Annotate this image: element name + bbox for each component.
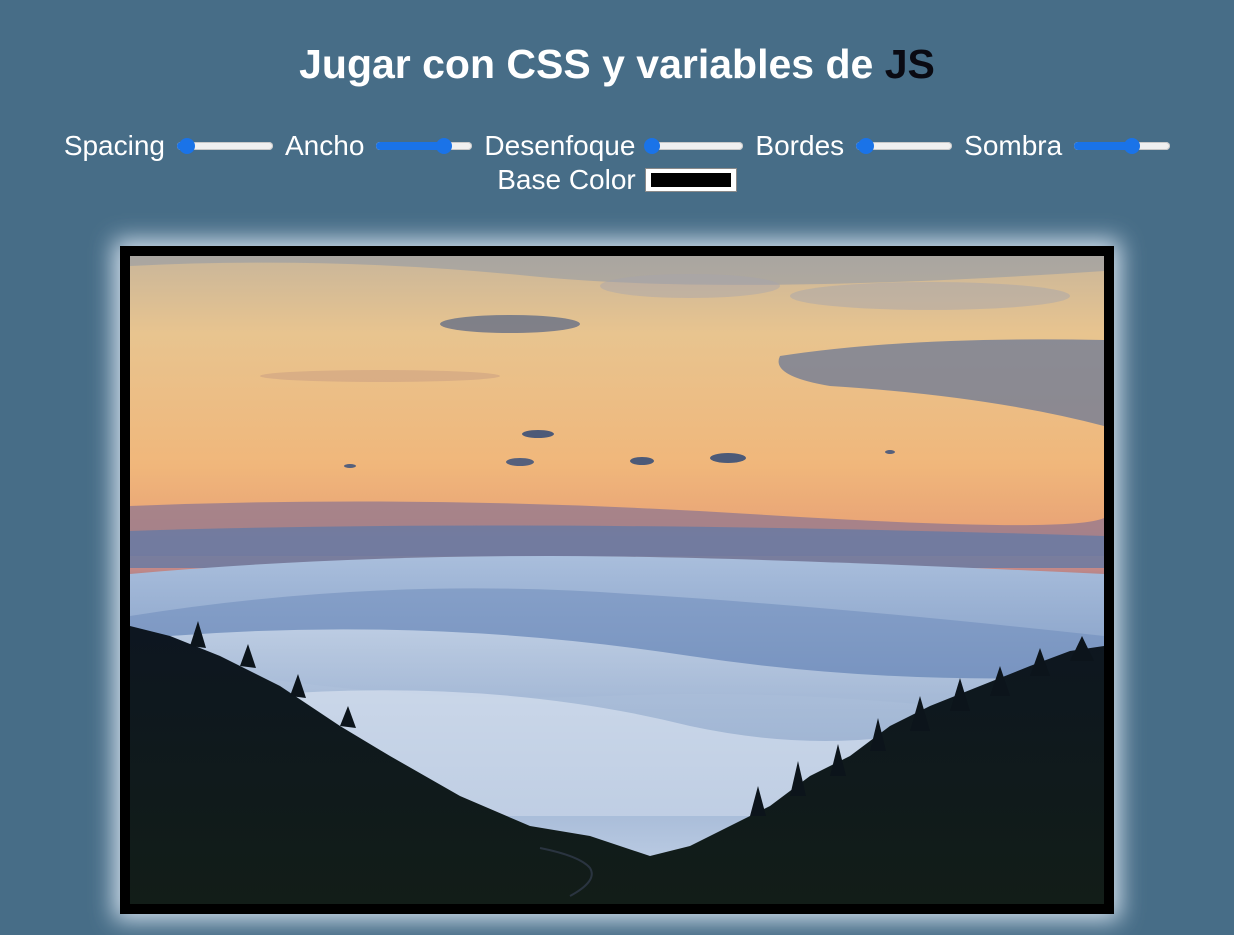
- landscape-image-frame: [120, 246, 1114, 914]
- title-main: Jugar con CSS y variables de: [299, 41, 885, 87]
- title-accent: JS: [884, 41, 935, 87]
- landscape-photo: [130, 256, 1104, 904]
- spacing-label: Spacing: [63, 130, 165, 161]
- control-desenfoque: Desenfoque: [484, 130, 744, 162]
- sombra-label: Sombra: [964, 130, 1063, 161]
- desenfoque-slider[interactable]: [644, 137, 744, 155]
- slider-thumb[interactable]: [178, 138, 195, 154]
- desenfoque-label: Desenfoque: [484, 130, 636, 161]
- slider-track: [647, 142, 744, 150]
- sombra-slider[interactable]: [1074, 137, 1171, 155]
- slider-thumb[interactable]: [1123, 138, 1140, 154]
- base-color-label: Base Color: [497, 164, 636, 195]
- control-spacing: Spacing: [64, 130, 273, 162]
- ancho-slider[interactable]: [376, 137, 473, 155]
- controls-row: Spacing Ancho Desenfoque Bordes Sombra: [0, 127, 1234, 165]
- slider-fill: [376, 142, 444, 150]
- spacing-slider[interactable]: [177, 137, 273, 155]
- slider-thumb[interactable]: [644, 138, 661, 154]
- color-swatch-fill: [650, 173, 731, 187]
- control-ancho: Ancho: [285, 130, 473, 162]
- control-bordes: Bordes: [755, 130, 953, 162]
- slider-thumb[interactable]: [857, 138, 874, 154]
- bordes-slider[interactable]: [856, 137, 953, 155]
- base-color-row: Base Color: [0, 162, 1234, 198]
- ancho-label: Ancho: [285, 130, 365, 161]
- page-title: Jugar con CSS y variables de JS: [0, 38, 1234, 90]
- base-color-input[interactable]: [644, 168, 737, 192]
- control-sombra: Sombra: [964, 130, 1171, 162]
- bordes-label: Bordes: [755, 130, 845, 161]
- slider-thumb[interactable]: [435, 138, 452, 154]
